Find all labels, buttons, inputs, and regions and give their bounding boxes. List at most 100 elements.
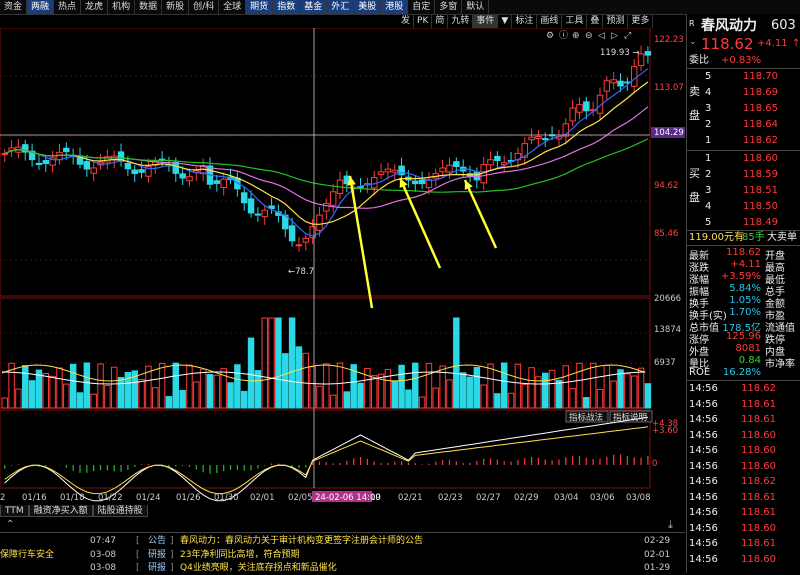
bid-level: 1: [705, 153, 712, 164]
volume-bar: [97, 363, 104, 409]
volume-bar: [302, 352, 310, 409]
volume-bar: [227, 382, 234, 409]
candle-body: [535, 136, 542, 140]
news-item[interactable]: 03-08 [研报] Q4业绩亮眼，关注底存拐点和新品催化 01-29: [0, 562, 685, 575]
chart-tool-icon[interactable]: ⊕: [572, 31, 580, 41]
ask-level: 3: [705, 103, 712, 114]
toolbar-btn-1[interactable]: PK: [414, 15, 433, 28]
nav-tab-8[interactable]: 全球: [219, 0, 247, 14]
ma-line: [4, 138, 649, 193]
nav-tab-1[interactable]: 两融: [27, 0, 55, 14]
volume-bar: [49, 375, 56, 409]
top-nav: 资金 两融 热点 龙虎 机构 数据 新股 创/科 全球 期货 指数 基金 外汇 美股 港股 自定 多窗 默认: [0, 0, 800, 15]
volume-bar: [104, 384, 111, 409]
toolbar-btn-0[interactable]: 发: [398, 15, 415, 28]
news-date: 01-29: [644, 563, 671, 573]
nav-tab-13[interactable]: 美股: [354, 0, 382, 14]
volume-bar: [644, 383, 652, 409]
chart-tool-icon[interactable]: ⓘ: [559, 30, 568, 41]
volume-bar: [357, 382, 364, 409]
date-label: 01/26: [176, 493, 201, 503]
volume-bar: [138, 378, 145, 409]
nav-tab-15[interactable]: 自定: [408, 0, 436, 14]
tick-price: 118.62: [741, 383, 776, 394]
nav-tab-17[interactable]: 默认: [462, 0, 490, 14]
nav-tab-5[interactable]: 数据: [135, 0, 163, 14]
volume-bar: [288, 317, 296, 409]
volume-bar: [158, 363, 166, 409]
candle-body: [295, 244, 303, 247]
date-label: 02/27: [476, 493, 501, 503]
volume-bar: [412, 362, 419, 409]
volume-bar: [384, 368, 392, 409]
volume-bar: [446, 379, 453, 409]
date-label: 01/16: [22, 493, 47, 503]
nav-tab-4[interactable]: 机构: [108, 0, 136, 14]
toolbar-btn-8[interactable]: 工具: [562, 15, 588, 28]
volume-bar: [569, 388, 576, 409]
news-date: 02-01: [644, 549, 671, 560]
toolbar-btn-7[interactable]: 画线: [537, 15, 563, 28]
toolbar-btn-3[interactable]: 九转: [448, 15, 474, 28]
quote-value: 0.84: [738, 355, 761, 366]
indicator-tab-0[interactable]: TTM: [0, 505, 29, 517]
candle-body: [439, 167, 446, 173]
toolbar-btn-9[interactable]: 叠: [587, 15, 604, 28]
nav-tab-0[interactable]: 资金: [0, 0, 28, 14]
volume-bar: [329, 394, 337, 409]
download-icon[interactable]: ⤓: [668, 518, 673, 532]
nav-tab-12[interactable]: 外汇: [327, 0, 355, 14]
quote-value: 1.70%: [729, 307, 761, 318]
toolbar-btn-2[interactable]: 简: [432, 15, 449, 28]
quote-key: ROE: [689, 367, 711, 378]
news-item[interactable]: 07:47 [公告] 春风动力：春风动力关于审计机构变更签字注册会计师的公告 02-2…: [0, 535, 685, 548]
toolbar-btn-10[interactable]: 预测: [603, 15, 629, 28]
chart-tool-icon[interactable]: ▷: [611, 31, 618, 41]
news-bracket-r: ]: [170, 549, 174, 560]
chart-tool-icon[interactable]: ⊖: [585, 31, 593, 41]
nav-tab-16[interactable]: 多窗: [435, 0, 463, 14]
candle-body: [316, 214, 323, 231]
news-bracket-r: ]: [170, 536, 174, 546]
low-marker: ←78.7: [288, 267, 314, 277]
tick-time: 14:56: [689, 538, 718, 549]
volume-axis-label: 13874: [654, 325, 681, 335]
news-item[interactable]: 保障行车安全 03-08 [研报] 23年净利同比高增，符合预期 02-01: [0, 549, 685, 562]
chart-tool-icon[interactable]: ⚙: [546, 31, 554, 41]
kline-chart[interactable]: 122.23 113.07 104.29 94.62 85.46 20666 13874 69…: [0, 28, 685, 518]
quote-panel: R 春风动力 603 ⌄ 118.62 +4.11 ↑ 委比 +0.83% 51…: [686, 14, 800, 573]
nav-tab-3[interactable]: 龙虎: [81, 0, 109, 14]
tick-price: 118.61: [741, 398, 776, 410]
price-axis-label: 94.62: [654, 181, 678, 191]
news-bracket-l: [: [136, 563, 140, 573]
toolbar-btn-4[interactable]: 事件: [473, 15, 499, 28]
nav-tab-9[interactable]: 期货: [246, 0, 274, 14]
news-bracket-l: [: [136, 536, 140, 546]
date-label: 02/29: [514, 493, 539, 503]
nav-tab-7[interactable]: 创/科: [189, 0, 220, 14]
tick-price: 118.61: [741, 538, 776, 549]
volume-bar: [480, 384, 487, 409]
nav-tab-6[interactable]: 新股: [162, 0, 190, 14]
collapse-up-icon[interactable]: ⌃: [6, 519, 14, 530]
macd-axis-label: +3.60: [652, 426, 678, 436]
toolbar-btn-5[interactable]: ▼: [498, 15, 513, 28]
volume-bar: [69, 363, 77, 409]
toolbar-btn-11[interactable]: 更多: [628, 15, 654, 28]
indicator-tab-1[interactable]: 融资净买入额: [28, 505, 93, 517]
chart-tool-icon[interactable]: ⤢: [623, 31, 631, 41]
nav-tab-11[interactable]: 基金: [300, 0, 328, 14]
quote-key2: 市净率: [765, 359, 795, 370]
nav-tab-2[interactable]: 热点: [54, 0, 82, 14]
volume-bar: [15, 388, 22, 409]
toolbar-btn-6[interactable]: 标注: [512, 15, 538, 28]
candle-body: [446, 164, 453, 173]
volume-bar: [370, 375, 378, 409]
nav-tab-14[interactable]: 港股: [381, 0, 409, 14]
chart-tool-icon[interactable]: ◁: [598, 31, 605, 41]
volume-bar: [617, 369, 624, 409]
indicator-tab-2[interactable]: 陆股通持股: [92, 505, 148, 517]
volume-bar: [63, 383, 70, 409]
nav-tab-10[interactable]: 指数: [273, 0, 301, 14]
date-label: 01/18: [60, 493, 85, 503]
